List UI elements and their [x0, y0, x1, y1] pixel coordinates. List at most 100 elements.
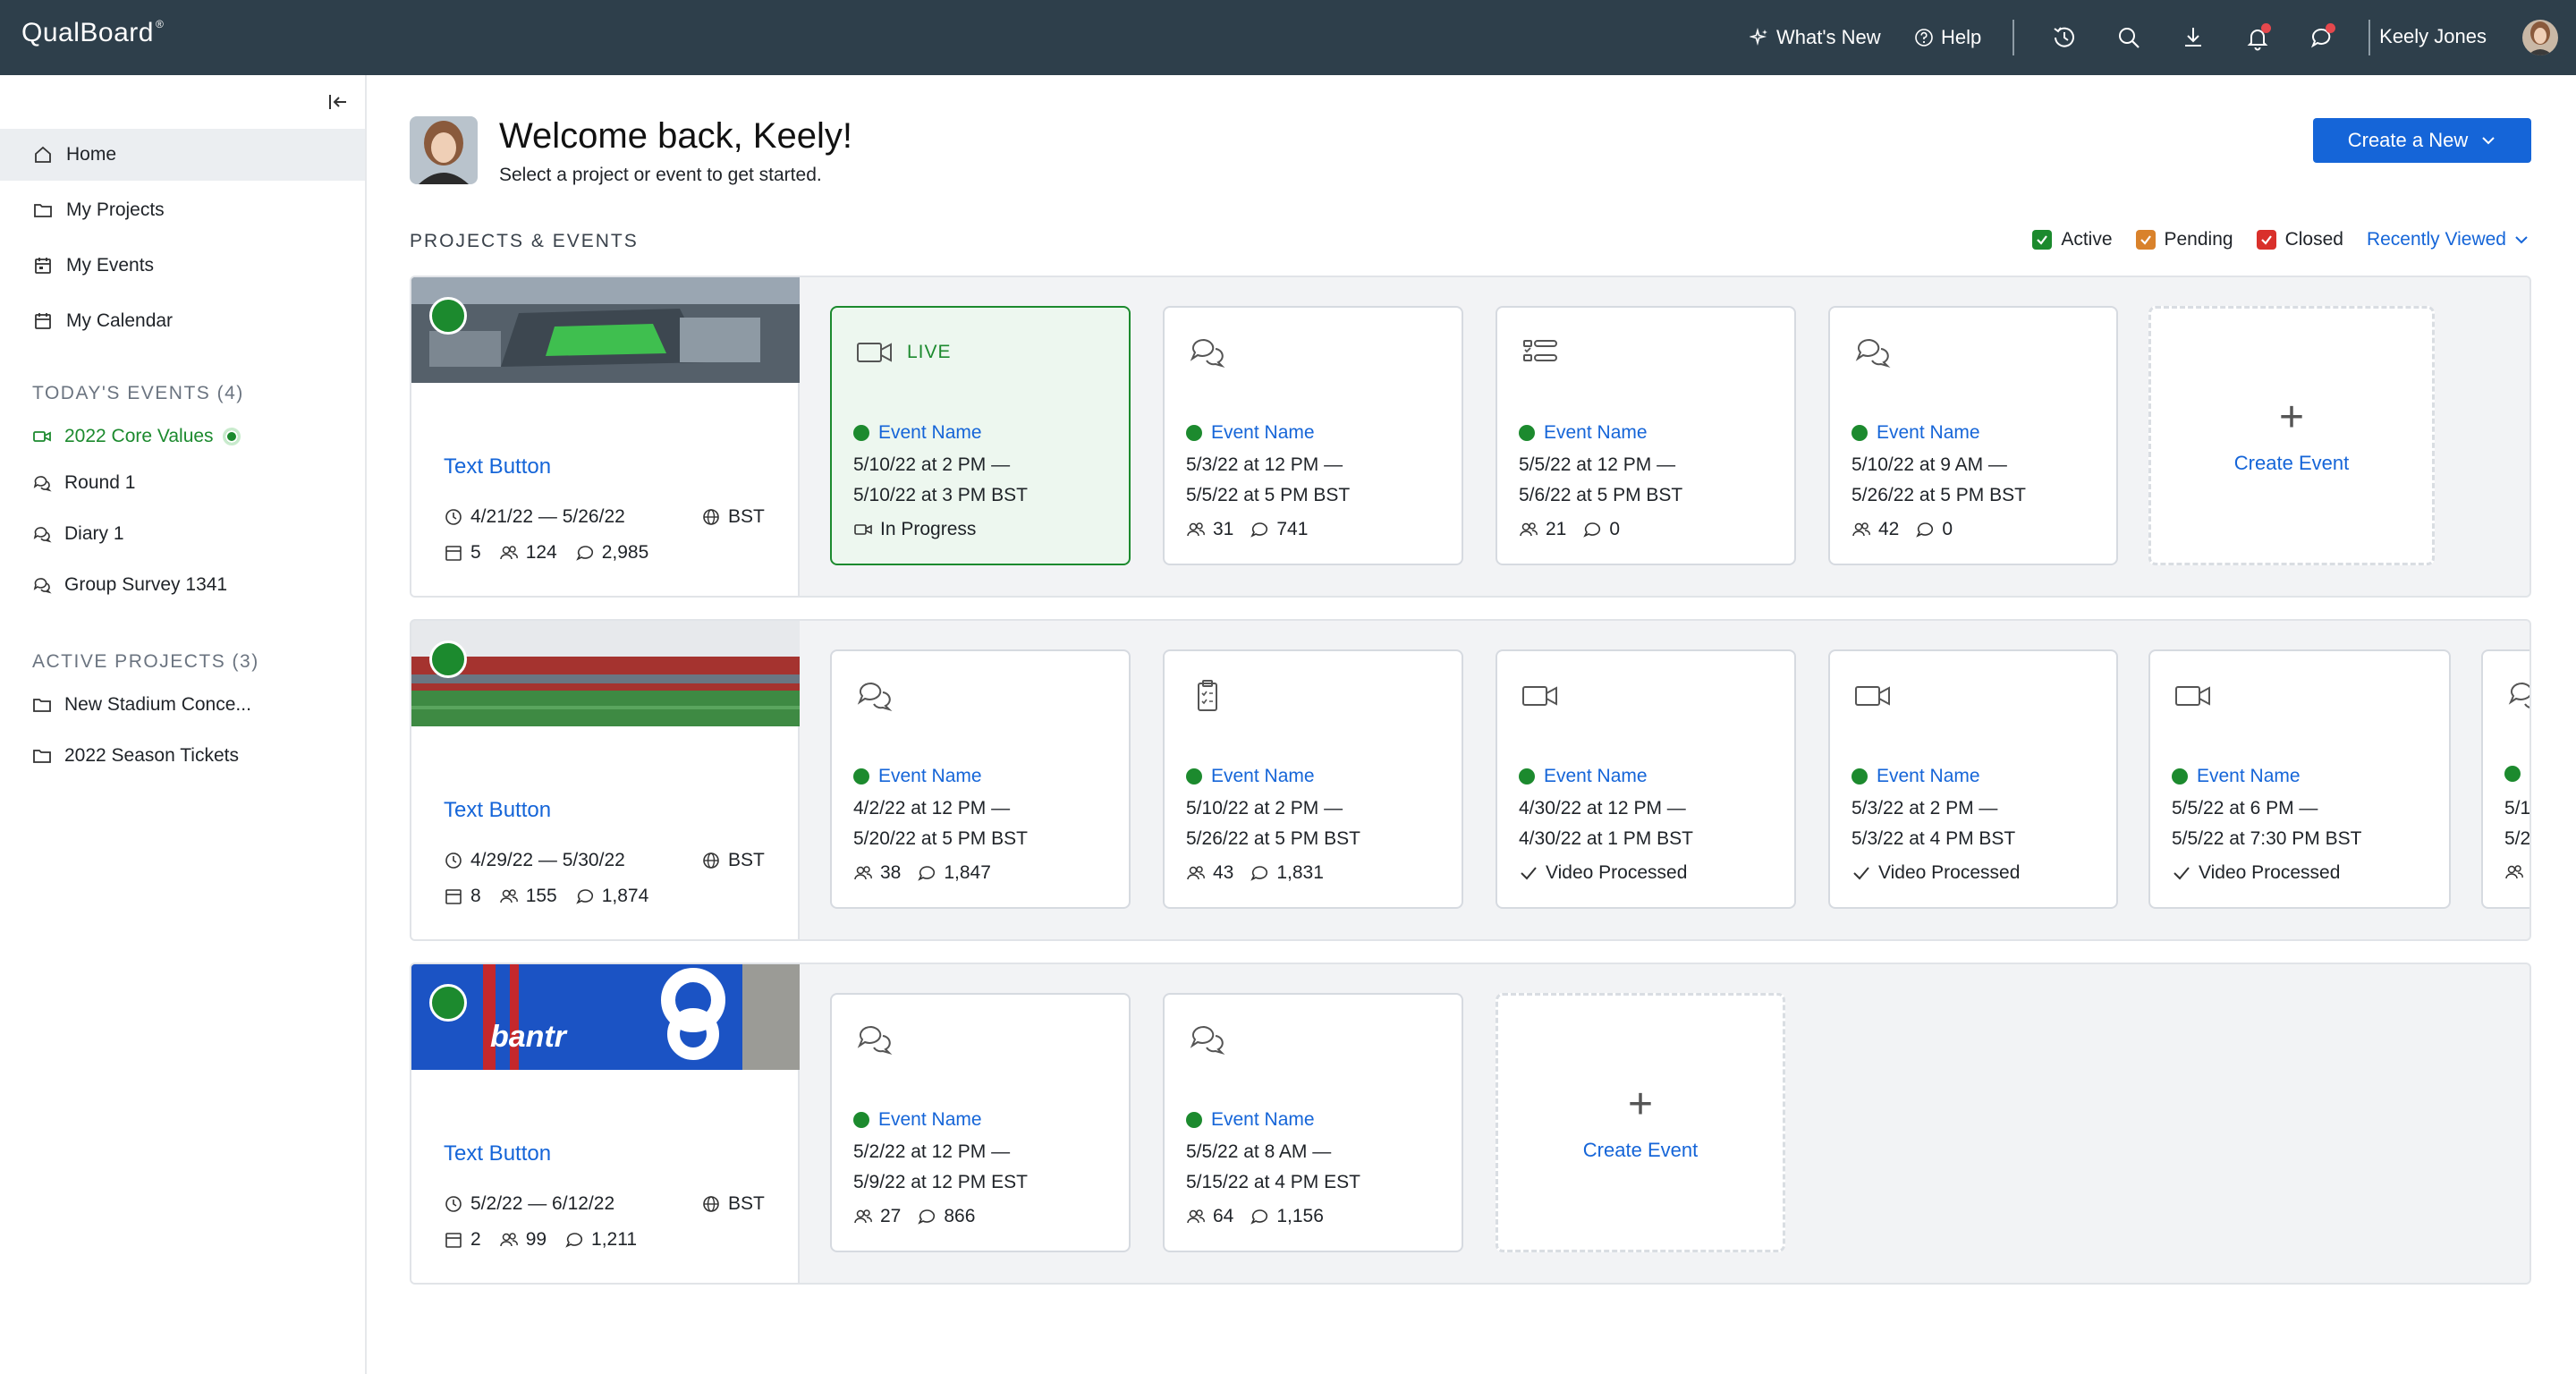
event-card[interactable]: Event Name 5/10/22 at 9 AM — 5/26/22 at …	[1828, 306, 2118, 565]
history-icon[interactable]	[2048, 21, 2080, 54]
sort-dropdown[interactable]: Recently Viewed	[2367, 229, 2529, 250]
project-timezone: BST	[701, 506, 765, 528]
comment-icon	[575, 889, 593, 904]
event-name-link[interactable]	[2504, 766, 2529, 782]
project-card[interactable]: Text Button 4/29/22 — 5/30/22 BST 8 155 …	[411, 621, 800, 939]
comment-icon	[1916, 522, 1934, 538]
search-icon[interactable]	[2113, 21, 2145, 54]
filter-pending[interactable]: Pending	[2135, 229, 2233, 250]
project-stats: 5 124 2,985	[444, 542, 648, 564]
event-name-link[interactable]: Event Name	[1519, 422, 1648, 444]
project-status-active	[429, 640, 467, 678]
event-stats: 42 0	[1852, 519, 1953, 540]
sidebar-event-2022-core-values[interactable]: 2022 Core Values	[32, 426, 241, 447]
event-start: 5/3/22 at 2 PM —	[1852, 798, 1998, 818]
event-name-link[interactable]: Event Name	[1519, 766, 1648, 787]
download-icon[interactable]	[2177, 21, 2209, 54]
event-card[interactable]: Event Name 5/2/22 at 12 PM — 5/9/22 at 1…	[830, 993, 1131, 1252]
event-card[interactable]: Event Name 4/30/22 at 12 PM — 4/30/22 at…	[1496, 649, 1796, 909]
event-card[interactable]: Event Name 5/3/22 at 2 PM — 5/3/22 at 4 …	[1828, 649, 2118, 909]
clock-icon	[445, 509, 462, 525]
event-end: 5/15/22 at 4 PM EST	[1186, 1172, 1360, 1192]
plus-icon: +	[1627, 1081, 1654, 1128]
collapse-sidebar-icon[interactable]	[326, 89, 351, 114]
filter-closed[interactable]: Closed	[2256, 229, 2343, 250]
app-logo[interactable]: QualBoard ®	[21, 18, 164, 48]
sidebar-item-my-projects[interactable]: My Projects	[0, 184, 365, 236]
clipboard-icon	[1198, 680, 1217, 711]
project-title-link[interactable]: Text Button	[444, 454, 551, 479]
sidebar-item-label: My Projects	[66, 199, 165, 220]
sidebar-project-season-tickets[interactable]: 2022 Season Tickets	[32, 745, 239, 767]
calendar-icon	[445, 889, 462, 904]
user-name[interactable]: Keely Jones	[2379, 25, 2487, 48]
participant-count: 99	[525, 1229, 547, 1250]
user-avatar[interactable]	[2522, 20, 2558, 55]
sidebar-item-my-events[interactable]: My Events	[0, 240, 365, 292]
event-card[interactable]: Event Name 4/2/22 at 12 PM — 5/20/22 at …	[830, 649, 1131, 909]
status-dot	[2172, 768, 2188, 785]
event-name-link[interactable]: Event Name	[1186, 1109, 1315, 1131]
event-card[interactable]: Event Name 5/10/22 at 2 PM — 5/26/22 at …	[1163, 649, 1463, 909]
chat-icon	[33, 527, 52, 543]
sidebar-item-my-calendar[interactable]: My Calendar	[0, 295, 365, 347]
participant-count: 155	[525, 886, 557, 906]
sidebar-event-diary-1[interactable]: Diary 1	[32, 523, 124, 545]
create-event-button[interactable]: + Create Event	[2148, 306, 2435, 565]
event-start: 5/10/22 at 9 AM —	[1852, 454, 2007, 475]
calendar-icon	[445, 1233, 462, 1248]
event-name-link[interactable]: Event Name	[853, 422, 982, 444]
video-icon	[1855, 686, 1890, 706]
event-card[interactable]: Event Name 5/5/22 at 6 PM — 5/5/22 at 7:…	[2148, 649, 2451, 909]
video-icon	[33, 431, 51, 442]
event-card[interactable]: Event Name 5/5/22 at 8 AM — 5/15/22 at 4…	[1163, 993, 1463, 1252]
event-name-link[interactable]: Event Name	[1186, 766, 1315, 787]
project-card[interactable]: bantr Text Button 5/2/22 — 6/12/22 BST 2…	[411, 964, 800, 1283]
sidebar-item-label: Round 1	[64, 472, 136, 493]
event-card[interactable]: Event Name 5/3/22 at 12 PM — 5/5/22 at 5…	[1163, 306, 1463, 565]
date-range-value: 4/29/22 — 5/30/22	[470, 850, 625, 870]
globe-icon	[703, 852, 719, 869]
event-end: 5/5/22 at 5 PM BST	[1186, 485, 1351, 505]
comment-count: 2,985	[601, 542, 649, 563]
filter-active[interactable]: Active	[2032, 229, 2113, 250]
comment-icon	[1250, 1209, 1268, 1225]
event-end: 5/5/22 at 7:30 PM BST	[2172, 828, 2362, 849]
event-name-link[interactable]: Event Name	[853, 1109, 982, 1131]
sidebar-item-home[interactable]: Home	[0, 129, 365, 181]
event-name-link[interactable]: Event Name	[1186, 422, 1315, 444]
event-name-link[interactable]: Event Name	[1852, 766, 1980, 787]
event-name-link[interactable]: Event Name	[1852, 422, 1980, 444]
project-title-link[interactable]: Text Button	[444, 1141, 551, 1166]
messages-badge	[2326, 23, 2335, 33]
active-projects-heading: ACTIVE PROJECTS (3)	[32, 651, 259, 672]
create-event-button[interactable]: + Create Event	[1496, 993, 1785, 1252]
video-small-icon	[854, 524, 872, 535]
sidebar-event-group-survey[interactable]: Group Survey 1341	[32, 574, 227, 596]
sidebar-event-round-1[interactable]: Round 1	[32, 472, 135, 494]
sidebar-project-new-stadium[interactable]: New Stadium Conce...	[32, 694, 251, 716]
project-title-link[interactable]: Text Button	[444, 798, 551, 823]
event-stats: 27 866	[853, 1206, 975, 1227]
divider	[2368, 20, 2370, 55]
event-status: In Progress	[853, 519, 976, 540]
event-count: 8	[470, 886, 481, 906]
event-card[interactable]: Event Name 5/5/22 at 12 PM — 5/6/22 at 5…	[1496, 306, 1796, 565]
help-icon	[1915, 29, 1933, 47]
event-card-live[interactable]: LIVE Event Name 5/10/22 at 2 PM — 5/10/2…	[830, 306, 1131, 565]
event-name-link[interactable]: Event Name	[853, 766, 982, 787]
event-card-partial[interactable]: 5/1 5/2	[2481, 649, 2531, 909]
event-start: 5/1	[2504, 798, 2531, 818]
people-icon	[1187, 866, 1205, 880]
project-card[interactable]: Text Button 4/21/22 — 5/26/22 BST 5 124 …	[411, 277, 800, 596]
whats-new-link[interactable]: What's New	[1750, 23, 1881, 52]
status-dot	[2504, 766, 2521, 782]
event-name-link[interactable]: Event Name	[2172, 766, 2301, 787]
create-new-button[interactable]: Create a New	[2313, 118, 2531, 163]
create-event-label: Create Event	[2233, 452, 2350, 474]
people-icon	[854, 866, 872, 880]
event-start: 5/5/22 at 8 AM —	[1186, 1141, 1332, 1162]
event-end: 5/26/22 at 5 PM BST	[1852, 485, 2026, 505]
event-start: 4/30/22 at 12 PM —	[1519, 798, 1686, 818]
help-link[interactable]: Help	[1914, 23, 1981, 52]
